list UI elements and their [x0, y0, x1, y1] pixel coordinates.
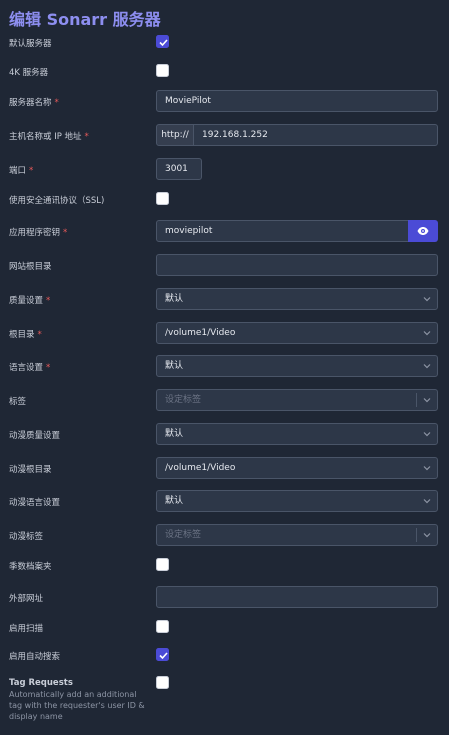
anime-quality-value: 默认 [165, 429, 184, 439]
hostname-label: 主机名称或 IP 地址 * [9, 132, 89, 142]
default-server-checkbox[interactable] [156, 35, 169, 48]
ssl-label: 使用安全通讯协议（SSL) [9, 196, 105, 206]
chevron-down-icon [423, 466, 431, 471]
language-value: 默认 [165, 361, 184, 371]
season-folders-label: 季数档案夹 [9, 562, 52, 572]
enable-scan-label: 启用扫描 [9, 624, 44, 634]
quality-value: 默认 [165, 294, 184, 304]
auto-search-checkbox[interactable] [156, 648, 169, 661]
eye-icon [417, 227, 429, 235]
root-folder-value: /volume1/Video [165, 328, 236, 338]
tag-requests-label: Tag Requests [9, 678, 73, 688]
tags-label: 标签 [9, 397, 27, 407]
server-name-input[interactable]: MoviePilot [156, 90, 438, 112]
enable-scan-checkbox[interactable] [156, 620, 169, 633]
anime-tags-label: 动漫标签 [9, 532, 44, 542]
select-divider [416, 393, 417, 407]
chevron-down-icon [423, 533, 431, 538]
api-key-input[interactable]: moviepilot [156, 220, 409, 242]
4k-server-checkbox[interactable] [156, 64, 169, 77]
page-title: 编辑 Sonarr 服务器 [9, 10, 161, 29]
show-api-key-button[interactable] [408, 220, 438, 242]
default-server-label: 默认服务器 [9, 39, 52, 49]
quality-label: 质量设置 * [9, 296, 51, 306]
chevron-down-icon [423, 297, 431, 302]
chevron-down-icon [423, 499, 431, 504]
external-url-label: 外部网址 [9, 594, 44, 604]
anime-language-label: 动漫语言设置 [9, 498, 61, 508]
quality-select[interactable]: 默认 [156, 288, 438, 310]
anime-tags-select[interactable]: 设定标签 [156, 524, 438, 546]
select-divider [416, 528, 417, 542]
api-key-label: 应用程序密钥 * [9, 228, 68, 238]
root-folder-label: 根目录 * [9, 330, 42, 340]
tags-placeholder: 设定标签 [165, 395, 202, 405]
anime-root-label: 动漫根目录 [9, 465, 52, 475]
server-name-label: 服务器名称 * [9, 98, 59, 108]
external-url-input[interactable] [156, 586, 438, 608]
port-label: 端口 * [9, 166, 34, 176]
anime-language-value: 默认 [165, 496, 184, 506]
tags-select[interactable]: 设定标签 [156, 389, 438, 411]
chevron-down-icon [423, 432, 431, 437]
checkmark-icon [159, 39, 168, 47]
auto-search-label: 启用自动搜索 [9, 652, 61, 662]
anime-tags-placeholder: 设定标签 [165, 530, 202, 540]
port-input[interactable]: 3001 [156, 158, 202, 180]
language-select[interactable]: 默认 [156, 355, 438, 377]
language-label: 语言设置 * [9, 363, 51, 373]
checkmark-icon [159, 652, 168, 660]
season-folders-checkbox[interactable] [156, 558, 169, 571]
anime-language-select[interactable]: 默认 [156, 490, 438, 512]
anime-quality-label: 动漫质量设置 [9, 431, 61, 441]
tag-requests-checkbox[interactable] [156, 676, 169, 689]
hostname-input[interactable]: 192.168.1.252 [193, 124, 438, 146]
base-url-input[interactable] [156, 254, 438, 276]
anime-root-select[interactable]: /volume1/Video [156, 457, 438, 479]
protocol-prefix: http:// [156, 124, 194, 146]
ssl-checkbox[interactable] [156, 192, 169, 205]
chevron-down-icon [423, 331, 431, 336]
4k-server-label: 4K 服务器 [9, 68, 49, 78]
anime-quality-select[interactable]: 默认 [156, 423, 438, 445]
base-url-label: 网站根目录 [9, 262, 52, 272]
root-folder-select[interactable]: /volume1/Video [156, 322, 438, 344]
anime-root-value: /volume1/Video [165, 463, 236, 473]
tag-requests-description: Automatically add an additional tag with… [9, 690, 145, 721]
chevron-down-icon [423, 364, 431, 369]
chevron-down-icon [423, 398, 431, 403]
